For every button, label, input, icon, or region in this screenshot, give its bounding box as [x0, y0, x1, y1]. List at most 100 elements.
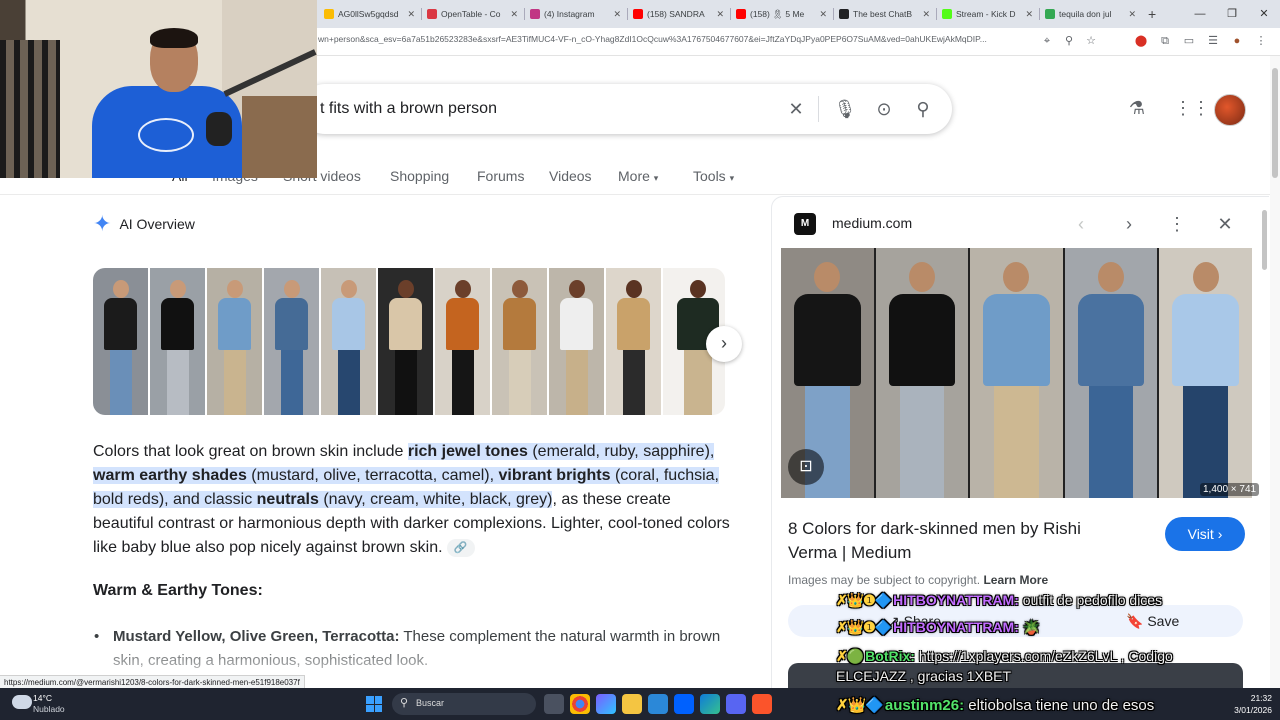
google-lens-icon[interactable]: ⊡ — [788, 449, 824, 485]
carousel-image[interactable] — [321, 268, 376, 415]
url-field[interactable]: wn+person&sca_esv=6a7a51b26523283e&sxsrf… — [318, 34, 1030, 44]
profile-icon[interactable]: ● — [1228, 32, 1246, 50]
browser-tab[interactable]: (4) Instagram ✕ — [524, 2, 627, 26]
clock-date[interactable]: 3/01/2026 — [1224, 705, 1272, 715]
tab-favicon-icon — [839, 9, 849, 19]
outfit-image — [1159, 248, 1252, 498]
close-icon[interactable]: ✕ — [407, 9, 415, 20]
carousel-image[interactable] — [606, 268, 661, 415]
task-view-icon[interactable] — [544, 694, 564, 714]
zoom-icon[interactable]: ⚲ — [1060, 32, 1078, 50]
carousel-image[interactable] — [492, 268, 547, 415]
nav-divider — [0, 194, 1280, 195]
image-preview-panel: M medium.com ‹ › ⋮ ✕ ⊡ 1,400 × 741 8 Col… — [771, 196, 1269, 688]
tab-forums[interactable]: Forums — [477, 168, 524, 184]
tab-more[interactable]: More ▾ — [618, 168, 658, 184]
source-link-icon[interactable]: 🔗 — [446, 538, 475, 557]
microphone-icon[interactable]: 🎙 — [832, 96, 858, 122]
weather-condition[interactable]: Nublado — [33, 704, 65, 714]
tab-favicon-icon — [530, 9, 540, 19]
browser-tab[interactable]: (158) 🎗 5 Me ✕ — [730, 2, 833, 26]
panel-scrollbar[interactable] — [1262, 210, 1267, 270]
close-window-icon[interactable]: ✕ — [1248, 0, 1280, 28]
chrome-icon[interactable] — [570, 694, 590, 714]
more-options-icon[interactable]: ⋮ — [1164, 211, 1190, 237]
file-explorer-icon[interactable] — [622, 694, 642, 714]
window-controls: — ❐ ✕ — [1184, 0, 1280, 28]
close-icon[interactable]: ✕ — [1128, 9, 1136, 20]
clock-time[interactable]: 21:32 — [1224, 693, 1272, 703]
chat-text: eltiobolsa tiene uno de esos — [968, 697, 1155, 714]
dropbox-icon[interactable] — [674, 694, 694, 714]
close-icon[interactable]: ✕ — [922, 9, 930, 20]
save-button[interactable]: 🔖 Save — [1126, 613, 1179, 630]
highlight-normal: (navy, cream, white, black, grey) — [318, 491, 553, 508]
carousel-image[interactable] — [207, 268, 262, 415]
carousel-image[interactable] — [93, 268, 148, 415]
edge-icon[interactable] — [700, 694, 720, 714]
weather-temp[interactable]: 14°C — [33, 693, 52, 703]
carousel-image[interactable] — [378, 268, 433, 415]
location-icon[interactable]: ⌖ — [1038, 32, 1056, 50]
visit-button[interactable]: Visit › — [1165, 517, 1245, 551]
browser-tab[interactable]: OpenTable - Co ✕ — [421, 2, 524, 26]
restore-icon[interactable]: ❐ — [1216, 0, 1248, 28]
result-title[interactable]: 8 Colors for dark-skinned men by Rishi V… — [788, 517, 1118, 565]
copilot-icon[interactable] — [596, 694, 616, 714]
extension-red-icon[interactable]: ⬤ — [1132, 32, 1150, 50]
brave-icon[interactable] — [752, 694, 772, 714]
search-icon[interactable]: ⚲ — [910, 96, 936, 122]
avatar[interactable] — [1214, 94, 1246, 126]
tab-title: The best ChatB — [853, 9, 913, 19]
highlight-bold: rich jewel tones — [407, 443, 528, 460]
new-tab-icon[interactable]: + — [1148, 6, 1156, 22]
browser-tab[interactable]: tequila don jul ✕ — [1039, 2, 1142, 26]
close-icon[interactable]: ✕ — [510, 9, 518, 20]
browser-tab[interactable]: (158) SANDRA ✕ — [627, 2, 730, 26]
chevron-right-icon[interactable]: › — [1116, 211, 1142, 237]
close-icon[interactable]: ✕ — [1212, 211, 1238, 237]
medium-logo-icon: M — [794, 213, 816, 235]
clear-search-icon[interactable]: ✕ — [783, 96, 809, 122]
bookmark-icon: 🔖 — [1126, 613, 1144, 629]
store-icon[interactable] — [648, 694, 668, 714]
browser-menu-icon[interactable]: ⋮ — [1252, 32, 1270, 50]
close-icon[interactable]: ✕ — [819, 9, 827, 20]
cast-icon[interactable]: ▭ — [1180, 32, 1198, 50]
windows-start-icon[interactable] — [366, 696, 382, 712]
minimize-icon[interactable]: — — [1184, 0, 1216, 28]
close-icon[interactable]: ✕ — [1025, 9, 1033, 20]
learn-more-link[interactable]: Learn More — [983, 573, 1048, 587]
page-scrollbar[interactable] — [1270, 56, 1280, 688]
cloud-icon[interactable] — [12, 695, 32, 709]
chevron-left-icon[interactable]: ‹ — [1068, 211, 1094, 237]
carousel-image[interactable] — [435, 268, 490, 415]
browser-tab[interactable]: AG0llSw5gqdsd ✕ — [318, 2, 421, 26]
carousel-next-button[interactable]: › — [706, 326, 742, 362]
browser-tab[interactable]: The best ChatB ✕ — [833, 2, 936, 26]
close-icon[interactable]: ✕ — [613, 9, 621, 20]
discord-icon[interactable] — [726, 694, 746, 714]
apps-grid-icon[interactable]: ⋮⋮ — [1174, 98, 1210, 120]
carousel-image[interactable] — [549, 268, 604, 415]
carousel-image[interactable] — [150, 268, 205, 415]
camera-lens-icon[interactable]: ⊙ — [871, 96, 897, 122]
tab-tools[interactable]: Tools ▾ — [693, 168, 734, 184]
tab-search-icon[interactable]: ☰ — [1204, 32, 1222, 50]
preview-image[interactable] — [781, 248, 1252, 498]
browser-tab[interactable]: Stream - Kick D ✕ — [936, 2, 1039, 26]
scroll-thumb[interactable] — [1272, 68, 1278, 178]
highlight-bold: neutrals — [256, 491, 319, 508]
search-box[interactable]: t fits with a brown person ✕ 🎙 ⊙ ⚲ — [300, 84, 952, 134]
panel-source[interactable]: medium.com — [832, 215, 912, 231]
taskbar-search[interactable]: ⚲ Buscar — [392, 693, 536, 715]
extensions-puzzle-icon[interactable]: ⧉ — [1156, 32, 1174, 50]
carousel-image[interactable] — [264, 268, 319, 415]
tab-shopping[interactable]: Shopping — [390, 168, 449, 184]
outfit-image — [875, 248, 969, 498]
labs-flask-icon[interactable]: ⚗ — [1126, 98, 1148, 120]
bookmark-star-icon[interactable]: ☆ — [1082, 32, 1100, 50]
tab-videos[interactable]: Videos — [549, 168, 592, 184]
search-input[interactable]: t fits with a brown person — [320, 100, 497, 118]
close-icon[interactable]: ✕ — [716, 9, 724, 20]
